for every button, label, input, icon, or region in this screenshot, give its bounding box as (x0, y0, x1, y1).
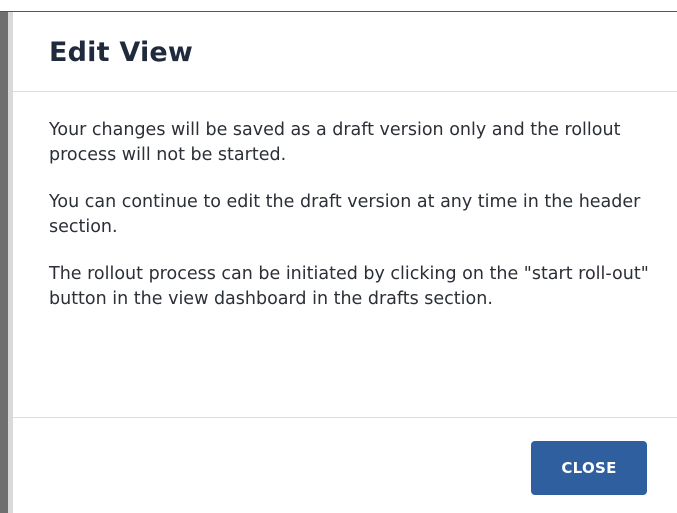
close-button[interactable]: CLOSE (531, 441, 647, 495)
dialog-paragraph-rollout-info: The rollout process can be initiated by … (49, 264, 649, 309)
background-window-edge (0, 0, 8, 513)
dialog-header: Edit View (13, 12, 677, 92)
dialog-title: Edit View (49, 37, 194, 68)
dialog-footer: CLOSE (13, 417, 677, 513)
dialog-body: Your changes will be saved as a draft ve… (49, 118, 649, 334)
dialog-paragraph-draft-notice: Your changes will be saved as a draft ve… (49, 120, 621, 165)
edit-view-dialog: Edit View Your changes will be saved as … (13, 12, 677, 513)
background-window-top (0, 0, 677, 12)
screen: Edit View Your changes will be saved as … (0, 0, 677, 513)
dialog-paragraph-edit-info: You can continue to edit the draft versi… (49, 192, 641, 237)
